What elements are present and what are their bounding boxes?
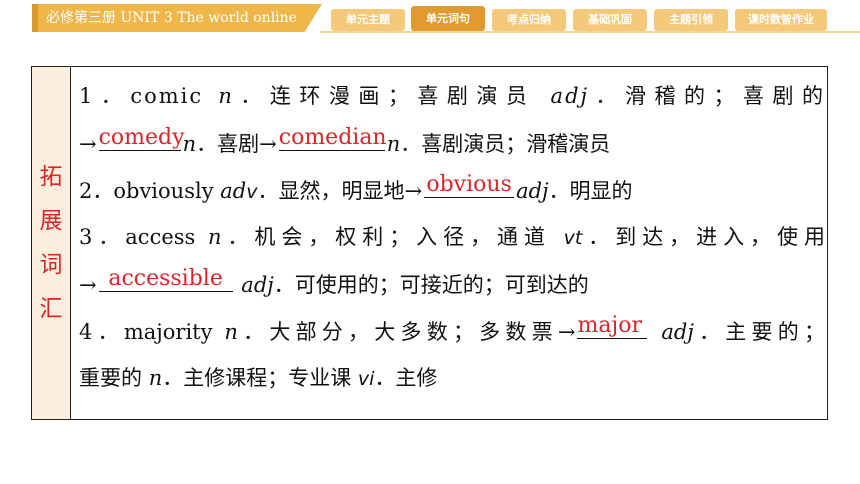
answer-text: major (577, 313, 643, 338)
side-char: 拓 (39, 164, 63, 190)
answer-blank[interactable]: accessible (98, 261, 233, 292)
top-navigation: 必修第三册 UNIT 3 The world online 单元主题 单元词句 … (0, 0, 860, 38)
tab-homework[interactable]: 课时数智作业 (735, 9, 827, 31)
side-char: 汇 (39, 296, 63, 322)
entry-majority-line1: 4．majority n．大部分，大多数；多数票→ major adj．主要的； (79, 308, 825, 355)
answer-text: accessible (108, 266, 223, 291)
entry-majority-line2: 重要的 n．主修课程；专业课 vi．主修 (79, 366, 438, 390)
side-char: 词 (39, 252, 63, 278)
answer-blank[interactable]: comedian (278, 120, 387, 151)
section-side-label: 拓 展 词 汇 (32, 67, 71, 419)
answer-text: obvious (426, 172, 512, 197)
entry-obviously: 2．obviously adv．显然，明显地→ obvious adj．明显的 (79, 167, 825, 214)
entry-access-line2: → accessible adj．可使用的；可接近的；可到达的 (79, 261, 825, 308)
tab-basic-practice[interactable]: 基础巩固 (573, 9, 647, 31)
answer-text: comedy (98, 125, 185, 150)
answer-blank[interactable]: major (577, 308, 648, 339)
answer-blank[interactable]: comedy (98, 120, 185, 151)
answer-blank[interactable]: obvious (424, 167, 515, 198)
book-title: 必修第三册 UNIT 3 The world online (32, 4, 322, 32)
tab-unit-vocabulary[interactable]: 单元词句 (411, 6, 485, 31)
answer-text: comedian (278, 125, 387, 150)
vocabulary-list: 1．comic n．连环漫画；喜剧演员 adj．滑稽的；喜剧的 → comedy n… (79, 73, 825, 402)
tab-unit-theme[interactable]: 单元主题 (331, 9, 405, 31)
tab-baseline (320, 31, 860, 33)
entry-comic-line2: → comedy n．喜剧→ comedian n．喜剧演员；滑稽演员 (79, 120, 825, 167)
entry-access-line1: 3．access n．机会，权利；入径，通道 vt．到达，进入，使用 (79, 225, 825, 249)
side-char: 展 (39, 208, 63, 234)
entry-comic-line1: 1．comic n．连环漫画；喜剧演员 adj．滑稽的；喜剧的 (79, 84, 825, 108)
tab-key-points[interactable]: 考点归纳 (492, 9, 566, 31)
tab-theme-guide[interactable]: 主题引领 (654, 9, 728, 31)
vocabulary-panel: 拓 展 词 汇 1．comic n．连环漫画；喜剧演员 adj．滑稽的；喜剧的 … (31, 66, 828, 420)
